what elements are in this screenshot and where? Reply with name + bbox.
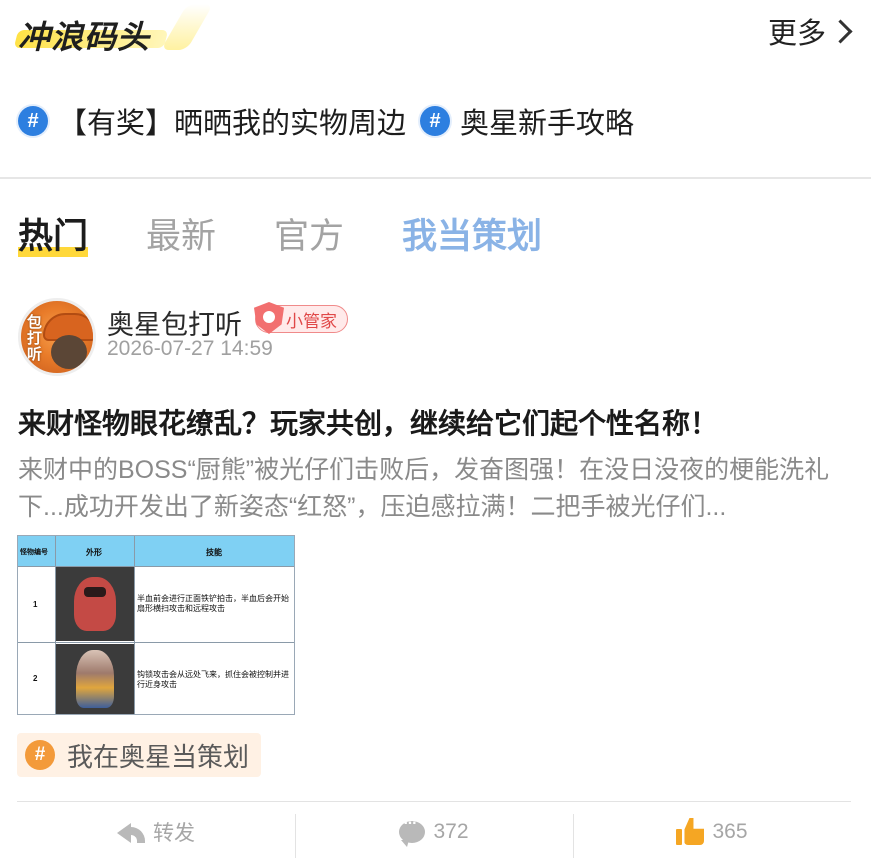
comment-count: 372 xyxy=(433,820,469,843)
tab-label: 最新 xyxy=(146,217,217,256)
tab-hot[interactable]: 热门 xyxy=(18,208,89,259)
section-title: 冲浪码头 xyxy=(18,19,151,55)
share-icon xyxy=(117,821,145,843)
tab-latest[interactable]: 最新 xyxy=(146,208,216,259)
more-link[interactable]: 更多 xyxy=(767,10,853,52)
chevron-right-icon xyxy=(828,18,853,44)
image-table-divider xyxy=(134,536,135,714)
image-header-cell: 怪物编号 xyxy=(20,549,48,556)
title-sparkle-decoration xyxy=(160,4,214,50)
image-row-number: 2 xyxy=(33,674,38,683)
topic-label: 【有奖】晒晒我的实物周边 xyxy=(58,108,407,140)
topic-list: # 【有奖】晒晒我的实物周边 # 奥星新手攻略 xyxy=(18,100,648,142)
image-skill-text: 钩锁攻击会从远处飞来，抓住会被控制并进行近身攻击 xyxy=(137,670,289,689)
image-table-divider xyxy=(18,642,294,643)
like-button[interactable]: 365 xyxy=(573,802,851,862)
thumbs-up-icon xyxy=(676,818,704,846)
shield-icon xyxy=(254,302,284,334)
section-divider xyxy=(0,177,871,179)
image-header-cell: 技能 xyxy=(206,548,222,557)
post-image[interactable]: 怪物编号 外形 技能 1 2 半血前会进行正面铁铲拍击，半血后会开始扇形横扫攻击… xyxy=(17,535,295,715)
hash-icon: # xyxy=(18,106,48,136)
avatar-text: 包打听 xyxy=(27,314,43,363)
post-actions: 转发 372 365 xyxy=(17,802,851,862)
section-header: 冲浪码头 更多 xyxy=(0,0,871,70)
post-topic-chip[interactable]: # 我在奥星当策划 xyxy=(17,733,262,777)
hash-icon: # xyxy=(25,740,55,770)
monster-figure xyxy=(76,650,114,708)
image-header-cell: 外形 xyxy=(86,548,102,557)
topic-chip-label: 我在奥星当策划 xyxy=(67,741,250,772)
tab-label: 官方 xyxy=(274,217,345,256)
post-timestamp: 2026-07-27 14:59 xyxy=(107,337,273,360)
comment-button[interactable]: 372 xyxy=(295,802,573,862)
monster-image xyxy=(56,644,134,714)
share-button[interactable]: 转发 xyxy=(17,802,295,862)
topic-label: 奥星新手攻略 xyxy=(460,108,635,140)
tab-official[interactable]: 官方 xyxy=(274,208,344,259)
image-row-number: 1 xyxy=(33,600,38,609)
comment-icon xyxy=(399,815,426,847)
post-excerpt[interactable]: 来财中的BOSS“厨熊”被光仔们击败后，发奋图强！在没日没夜的梗能洗礼下...成… xyxy=(18,452,856,526)
topic-tag-newbie-guide[interactable]: # 奥星新手攻略 xyxy=(420,100,634,142)
topic-tag-merch[interactable]: # 【有奖】晒晒我的实物周边 xyxy=(18,100,406,142)
more-label: 更多 xyxy=(767,18,826,50)
badge-label: 小管家 xyxy=(286,311,337,331)
post-title[interactable]: 来财怪物眼花缭乱？玩家共创，继续给它们起个性名称！ xyxy=(18,402,718,442)
image-table-header xyxy=(18,536,294,566)
moderator-badge: 小管家 xyxy=(254,302,348,334)
tab-label: 我当策划 xyxy=(402,217,543,256)
monster-image xyxy=(56,567,134,641)
like-count: 365 xyxy=(712,820,748,843)
tab-i-am-planner[interactable]: 我当策划 xyxy=(402,208,542,259)
tab-label: 热门 xyxy=(18,217,89,256)
share-label: 转发 xyxy=(153,822,195,845)
avatar-face xyxy=(51,335,87,369)
hash-icon: # xyxy=(420,106,451,136)
monster-figure xyxy=(74,577,116,631)
avatar[interactable]: 包打听 xyxy=(18,298,96,376)
image-skill-text: 半血前会进行正面铁铲拍击，半血后会开始扇形横扫攻击和远程攻击 xyxy=(137,594,289,613)
feed-tabs: 热门 最新 官方 我当策划 xyxy=(18,208,600,259)
